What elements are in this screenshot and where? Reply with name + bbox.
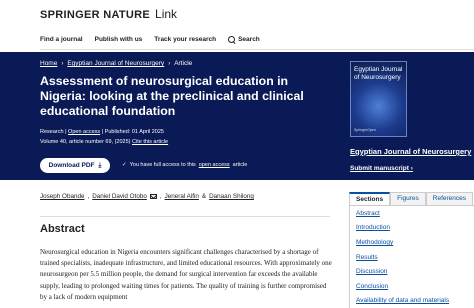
submit-manuscript-label: Submit manuscript <box>350 165 409 172</box>
cite-link[interactable]: Cite this article <box>132 139 168 145</box>
brand-product: Link <box>155 7 178 21</box>
nav-divider <box>40 49 474 50</box>
chevron-right-icon: › <box>410 165 413 172</box>
abstract-divider <box>40 216 330 217</box>
breadcrumb: Home › Egyptian Journal of Neurosurgery … <box>40 60 192 67</box>
nav-track-research[interactable]: Track your research <box>154 36 216 43</box>
search-icon <box>228 36 236 43</box>
section-link-results[interactable]: Results <box>349 249 414 265</box>
article-meta: Research | Open access | Published: 01 A… <box>40 129 169 145</box>
published-date: Published: 01 April 2025 <box>104 129 164 135</box>
nav-publish[interactable]: Publish with us <box>95 36 143 43</box>
breadcrumb-current: Article <box>174 60 193 67</box>
journal-cover[interactable]: Egyptian Journal of Neurosurgery Springe… <box>350 61 407 137</box>
author-separator: & <box>201 193 207 200</box>
section-list: Abstract Introduction Methodology Result… <box>349 206 449 308</box>
section-link-conclusion[interactable]: Conclusion <box>349 278 414 294</box>
download-icon: ⤓ <box>98 161 102 169</box>
section-link-availability[interactable]: Availability of data and materials <box>349 293 449 308</box>
section-link-introduction[interactable]: Introduction <box>349 220 414 236</box>
access-note-suffix: article <box>232 162 248 168</box>
cover-title: Egyptian Journal of Neurosurgery <box>354 66 403 81</box>
access-note-link[interactable]: open access <box>199 162 230 168</box>
author-link[interactable]: Daniel David Otobo <box>92 193 147 200</box>
download-pdf-label: Download PDF <box>48 162 95 169</box>
tab-sections[interactable]: Sections <box>349 192 391 205</box>
author-link[interactable]: Joseph Obande <box>40 193 84 200</box>
download-pdf-button[interactable]: Download PDF ⤓ <box>40 158 110 173</box>
journal-link[interactable]: Egyptian Journal of Neurosurgery <box>350 147 471 156</box>
breadcrumb-home[interactable]: Home <box>40 60 57 67</box>
cover-brand: SpringerOpen <box>354 128 376 132</box>
tab-references[interactable]: References <box>425 192 474 205</box>
article-hero: Home › Egyptian Journal of Neurosurgery … <box>0 52 474 180</box>
author-list: Joseph Obande, Daniel David Otobo , Jene… <box>40 193 254 200</box>
access-note: ✓ You have full access to this open acce… <box>122 162 247 168</box>
submit-manuscript-link[interactable]: Submit manuscript › <box>350 165 413 172</box>
author-link[interactable]: Danaan Shilong <box>209 193 254 200</box>
mail-icon[interactable] <box>149 194 157 199</box>
author-link[interactable]: Jeneral Alfin <box>165 193 199 200</box>
abstract-body: Neurosurgical education in Nigeria encou… <box>40 248 332 301</box>
top-nav: Find a journal Publish with us Track you… <box>0 30 474 49</box>
section-link-methodology[interactable]: Methodology <box>349 235 414 250</box>
article-type: Research <box>40 129 64 135</box>
nav-find-journal[interactable]: Find a journal <box>40 36 83 43</box>
article-title: Assessment of neurosurgical education in… <box>40 74 304 118</box>
check-icon: ✓ <box>122 162 127 168</box>
section-link-discussion[interactable]: Discussion <box>349 264 414 279</box>
section-link-abstract[interactable]: Abstract <box>349 206 414 221</box>
breadcrumb-journal[interactable]: Egyptian Journal of Neurosurgery <box>67 60 164 67</box>
volume-info: Volume 40, article number 69, (2025) <box>40 139 131 145</box>
nav-search[interactable]: Search <box>228 36 260 43</box>
open-access-link[interactable]: Open access <box>68 129 100 135</box>
chevron-right-icon: › <box>168 60 171 67</box>
side-tabs: Sections Figures References <box>349 192 474 205</box>
chevron-right-icon: › <box>61 60 64 67</box>
brand-logo[interactable]: SPRINGER NATURE Link <box>40 7 177 21</box>
brand-name: SPRINGER NATURE <box>40 9 151 21</box>
abstract-heading: Abstract <box>40 223 85 235</box>
nav-search-label: Search <box>238 36 260 43</box>
access-note-prefix: You have full access to this <box>129 162 196 168</box>
tab-figures[interactable]: Figures <box>390 192 426 205</box>
